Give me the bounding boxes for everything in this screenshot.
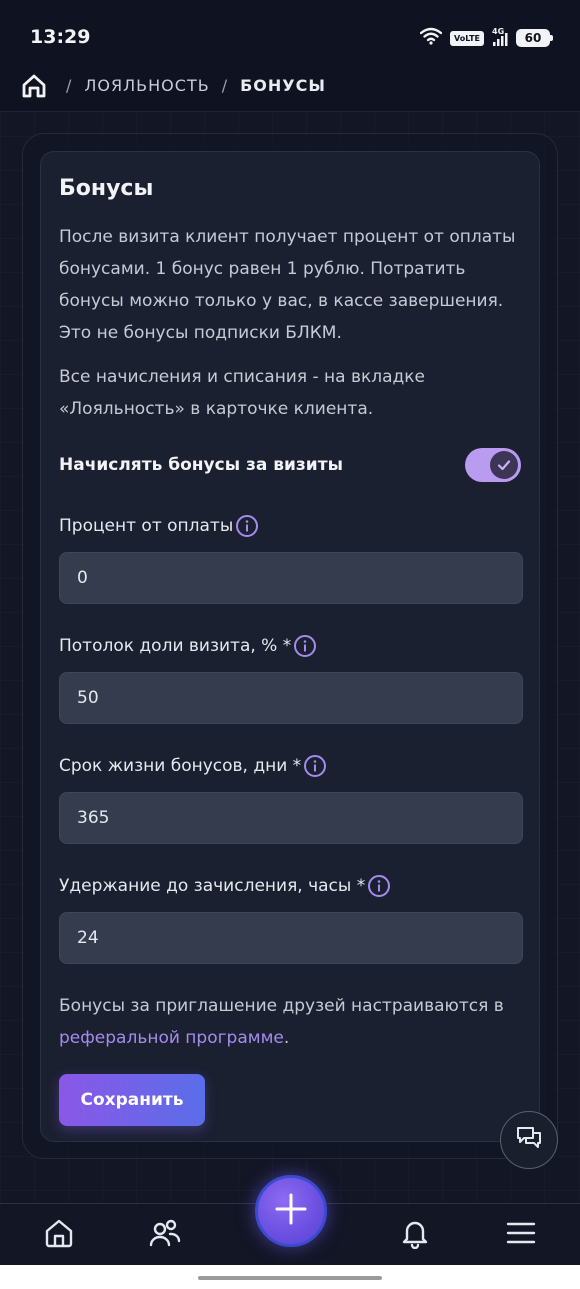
info-icon[interactable] xyxy=(303,754,327,778)
info-icon[interactable] xyxy=(293,634,317,658)
gesture-bar[interactable] xyxy=(198,1276,382,1280)
referral-note-text: Бонусы за приглашение друзей настраивают… xyxy=(59,996,504,1016)
card-description-loyalty: Все начисления и списания - на вкладке «… xyxy=(59,367,426,419)
info-icon[interactable] xyxy=(235,514,259,538)
hold-label-text: Удержание до зачисления, часы * xyxy=(59,876,366,896)
card-description: После визита клиент получает процент от … xyxy=(59,227,516,343)
referral-note-end: . xyxy=(283,1028,290,1048)
gesture-area xyxy=(0,1265,580,1289)
breadcrumb-loyalty[interactable]: ЛОЯЛЬНОСТЬ xyxy=(84,76,209,95)
lifetime-label: Срок жизни бонусов, дни * xyxy=(59,752,521,780)
breadcrumb: / ЛОЯЛЬНОСТЬ / БОНУСЫ xyxy=(0,60,580,112)
add-button[interactable] xyxy=(255,1175,327,1247)
nav-home[interactable] xyxy=(39,1215,79,1255)
bonus-toggle-label: Начислять бонусы за визиты xyxy=(59,455,343,475)
bonus-toggle-row: Начислять бонусы за визиты xyxy=(59,448,521,482)
bonus-settings-card: Бонусы После визита клиент получает проц… xyxy=(40,151,540,1142)
status-icons: VoLTE 4G 60 xyxy=(419,27,553,49)
info-icon[interactable] xyxy=(367,874,391,898)
breadcrumb-separator: / xyxy=(221,76,229,95)
lifetime-input[interactable] xyxy=(59,792,523,844)
menu-icon xyxy=(505,1217,537,1253)
chat-icon xyxy=(515,1124,543,1156)
battery-icon: 60 xyxy=(516,29,553,47)
hold-input[interactable] xyxy=(59,912,523,964)
referral-program-link[interactable]: реферальной программе xyxy=(59,1028,284,1048)
nav-clients[interactable] xyxy=(145,1215,185,1255)
visit-cap-label: Потолок доли визита, % * xyxy=(59,632,521,660)
chat-button[interactable] xyxy=(500,1111,558,1169)
percent-label: Процент от оплаты xyxy=(59,512,521,540)
card-title: Бонусы xyxy=(59,176,154,201)
lifetime-label-text: Срок жизни бонусов, дни * xyxy=(59,756,302,776)
visit-cap-label-text: Потолок доли визита, % * xyxy=(59,636,292,656)
hold-label: Удержание до зачисления, часы * xyxy=(59,872,521,900)
status-time: 13:29 xyxy=(30,26,91,48)
breadcrumb-home-icon[interactable] xyxy=(20,72,48,100)
nav-notifications[interactable] xyxy=(395,1215,435,1255)
nav-menu[interactable] xyxy=(501,1215,541,1255)
volte-badge: VoLTE xyxy=(450,30,484,46)
home-icon xyxy=(43,1217,75,1253)
save-button[interactable]: Сохранить xyxy=(59,1074,205,1126)
referral-note: Бонусы за приглашение друзей настраивают… xyxy=(59,990,521,1054)
plus-icon xyxy=(274,1192,308,1230)
percent-label-text: Процент от оплаты xyxy=(59,516,234,536)
breadcrumb-bonuses: БОНУСЫ xyxy=(240,76,326,95)
signal-icon: 4G xyxy=(492,27,508,47)
bell-icon xyxy=(399,1217,431,1253)
wifi-icon xyxy=(419,27,443,49)
percent-input[interactable] xyxy=(59,552,523,604)
breadcrumb-separator: / xyxy=(66,76,73,95)
network-type: 4G xyxy=(492,27,505,36)
clients-icon xyxy=(148,1217,182,1253)
bonus-toggle[interactable] xyxy=(465,448,521,482)
visit-cap-input[interactable] xyxy=(59,672,523,724)
check-icon xyxy=(490,451,518,479)
